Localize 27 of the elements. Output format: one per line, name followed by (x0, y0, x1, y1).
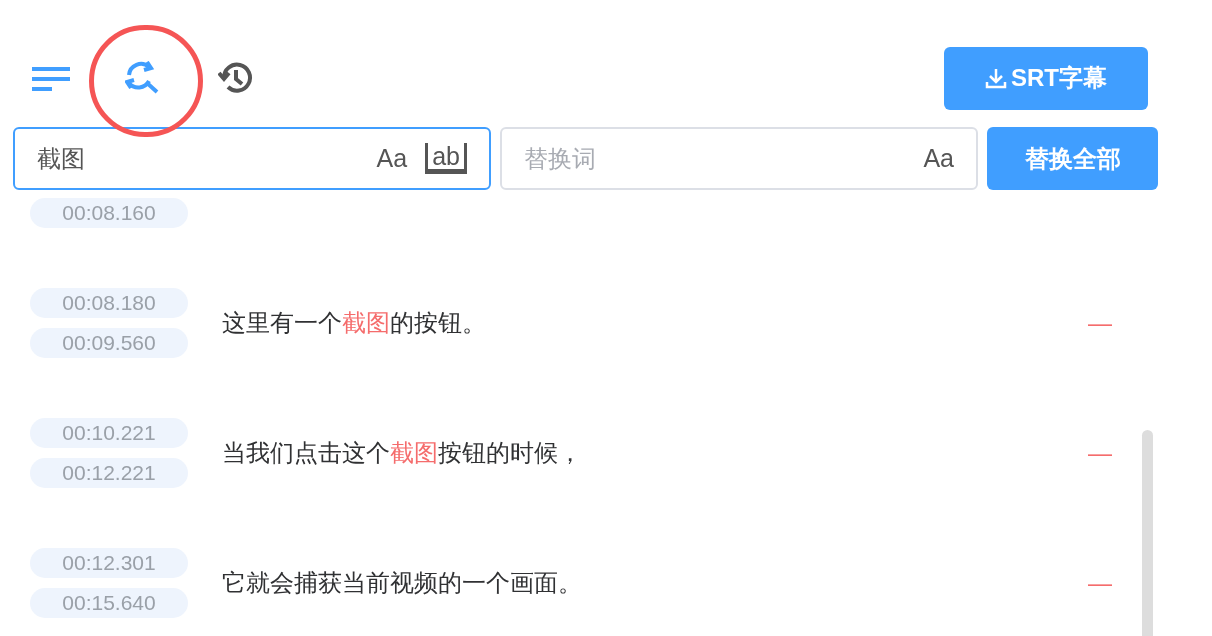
subtitle-text[interactable]: 它就会捕获当前视频的一个画面。 (222, 565, 582, 601)
subtitle-text[interactable]: 这里有一个截图的按钮。 (222, 305, 486, 341)
download-button[interactable]: SRT字幕 (944, 46, 1148, 110)
delete-button[interactable]: — (1088, 435, 1112, 471)
refresh-search-icon[interactable] (125, 61, 161, 95)
timestamp[interactable]: 00:12.221 (30, 458, 188, 488)
subtitle-text[interactable]: 当我们点击这个截图按钮的时候， (222, 435, 582, 471)
menu-icon[interactable] (32, 67, 70, 93)
timestamp[interactable]: 00:12.301 (30, 548, 188, 578)
timestamp[interactable]: 00:15.640 (30, 588, 188, 618)
timestamp[interactable]: 00:09.560 (30, 328, 188, 358)
whole-word-toggle[interactable]: ab (425, 143, 467, 174)
search-field[interactable]: 截图 Aa ab (13, 127, 491, 190)
match-case-toggle[interactable]: Aa (923, 139, 954, 178)
history-icon[interactable] (218, 60, 254, 96)
scrollbar[interactable] (1142, 430, 1153, 636)
search-value: 截图 (37, 143, 86, 174)
timestamp[interactable]: 00:08.160 (30, 198, 188, 228)
delete-button[interactable]: — (1088, 305, 1112, 341)
download-icon (985, 67, 1007, 89)
timestamp[interactable]: 00:08.180 (30, 288, 188, 318)
replace-all-button[interactable]: 替换全部 (987, 127, 1158, 190)
replace-field[interactable]: 替换词 Aa (500, 127, 978, 190)
timestamp[interactable]: 00:10.221 (30, 418, 188, 448)
replace-input[interactable]: 替换词 (524, 140, 924, 177)
delete-button[interactable]: — (1088, 565, 1112, 601)
match-case-toggle[interactable]: Aa (376, 139, 408, 178)
